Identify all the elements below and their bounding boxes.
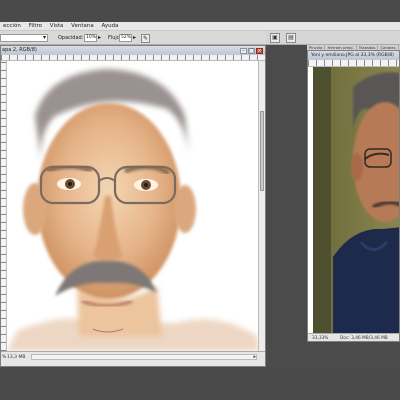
menu-item-seleccion[interactable]: ección xyxy=(0,22,24,31)
photo-zoom[interactable]: 33,33% xyxy=(312,334,328,341)
drawing-status-bar: % 13,3 MB ▸ xyxy=(1,351,265,366)
vertical-scrollbar[interactable] xyxy=(258,61,265,351)
drawing-zoom[interactable]: % xyxy=(2,355,6,360)
photo-window-titlebar[interactable]: Yoni y emiliano.JPG al 33,3% (RGB/8) xyxy=(308,51,399,60)
panel-toolbar: ▣ ▤ xyxy=(266,31,400,45)
close-icon[interactable]: × xyxy=(256,48,263,54)
photo-horizontal-ruler xyxy=(308,60,399,67)
photo-window-title: Yoni y emiliano.JPG al 33,3% (RGB/8) xyxy=(311,53,394,58)
menu-item-ayuda[interactable]: Ayuda xyxy=(98,22,121,31)
drawing-doc-info: 13,3 MB xyxy=(7,355,26,360)
opacity-label: Opacidad: xyxy=(58,35,84,41)
horizontal-scrollbar[interactable]: ▸ xyxy=(31,354,257,360)
bottom-dark-band xyxy=(0,367,400,400)
menu-item-ventana[interactable]: Ventana xyxy=(68,22,97,31)
scroll-right-icon[interactable]: ▸ xyxy=(253,354,256,360)
photo-document-window[interactable]: Yoni y emiliano.JPG al 33,3% (RGB/8) 33,… xyxy=(307,50,400,342)
reference-photo[interactable] xyxy=(313,67,399,333)
drawing-document-window[interactable]: apa 2, RGB/8) – □ × % 13,3 MB ▸ xyxy=(0,45,266,367)
window-controls: – □ × xyxy=(239,47,263,54)
opacity-dropdown-arrow-icon[interactable]: ▸ xyxy=(98,34,101,42)
top-dark-band xyxy=(0,0,400,22)
maximize-icon[interactable]: □ xyxy=(248,48,255,54)
drawing-window-title: apa 2, RGB/8) xyxy=(2,47,37,53)
opacity-field[interactable]: 10% xyxy=(84,34,97,42)
photo-doc-info: Doc: 3,46 MB/3,46 MB xyxy=(340,336,388,341)
airbrush-icon[interactable]: ✎ xyxy=(141,34,150,43)
menu-item-vista[interactable]: Vista xyxy=(47,22,67,31)
mode-dropdown[interactable] xyxy=(0,34,48,42)
flow-dropdown-arrow-icon[interactable]: ▸ xyxy=(133,34,136,42)
menu-bar: ección Filtro Vista Ventana Ayuda xyxy=(0,22,400,31)
photo-status-bar: 33,33% Doc: 3,46 MB/3,46 MB xyxy=(308,333,399,341)
brush-panel-icon[interactable]: ▣ xyxy=(270,33,280,43)
painted-portrait xyxy=(7,69,259,351)
drawing-canvas[interactable] xyxy=(7,61,259,351)
tool-presets-icon[interactable]: ▤ xyxy=(286,33,296,43)
drawing-window-titlebar[interactable]: apa 2, RGB/8) – □ × xyxy=(1,46,265,55)
flow-field[interactable]: 52% xyxy=(119,34,132,42)
reference-photo-image xyxy=(313,67,399,333)
minimize-icon[interactable]: – xyxy=(240,48,247,54)
menu-item-filtro[interactable]: Filtro xyxy=(26,22,45,31)
vertical-scroll-thumb[interactable] xyxy=(260,111,264,191)
